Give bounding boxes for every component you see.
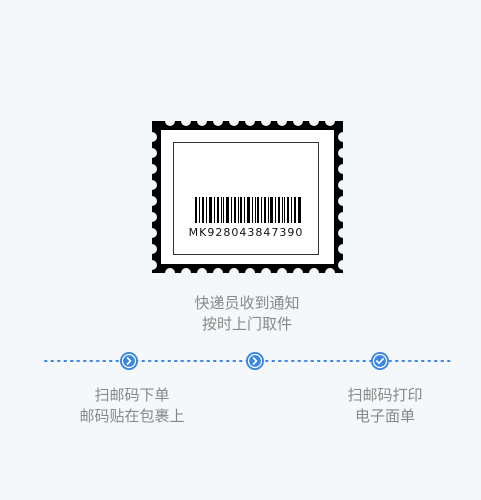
- caption-line: 电子面单: [354, 407, 415, 425]
- caption-line: 扫邮码打印: [347, 386, 423, 404]
- caption-line: 扫邮码下单: [94, 386, 170, 404]
- step-1-chevron-right-icon: [120, 352, 138, 370]
- caption-line: 快递员收到通知: [194, 294, 300, 312]
- process-timeline: [44, 352, 451, 370]
- caption-line: 按时上门取件: [201, 315, 292, 333]
- postage-stamp: MK928043847390: [152, 121, 343, 273]
- shipping-label: MK928043847390: [173, 142, 319, 255]
- scan-print-caption: 扫邮码打印 电子面单: [305, 385, 465, 427]
- scan-order-caption: 扫邮码下单 邮码贴在包裹上: [52, 385, 212, 427]
- step-3-check-icon: [371, 352, 389, 370]
- caption-line: 邮码贴在包裹上: [79, 407, 185, 425]
- courier-notice-caption: 快递员收到通知 按时上门取件: [140, 293, 354, 335]
- step-2-chevron-right-icon: [246, 352, 264, 370]
- tracking-number: MK928043847390: [188, 226, 304, 239]
- barcode-icon: [195, 197, 301, 223]
